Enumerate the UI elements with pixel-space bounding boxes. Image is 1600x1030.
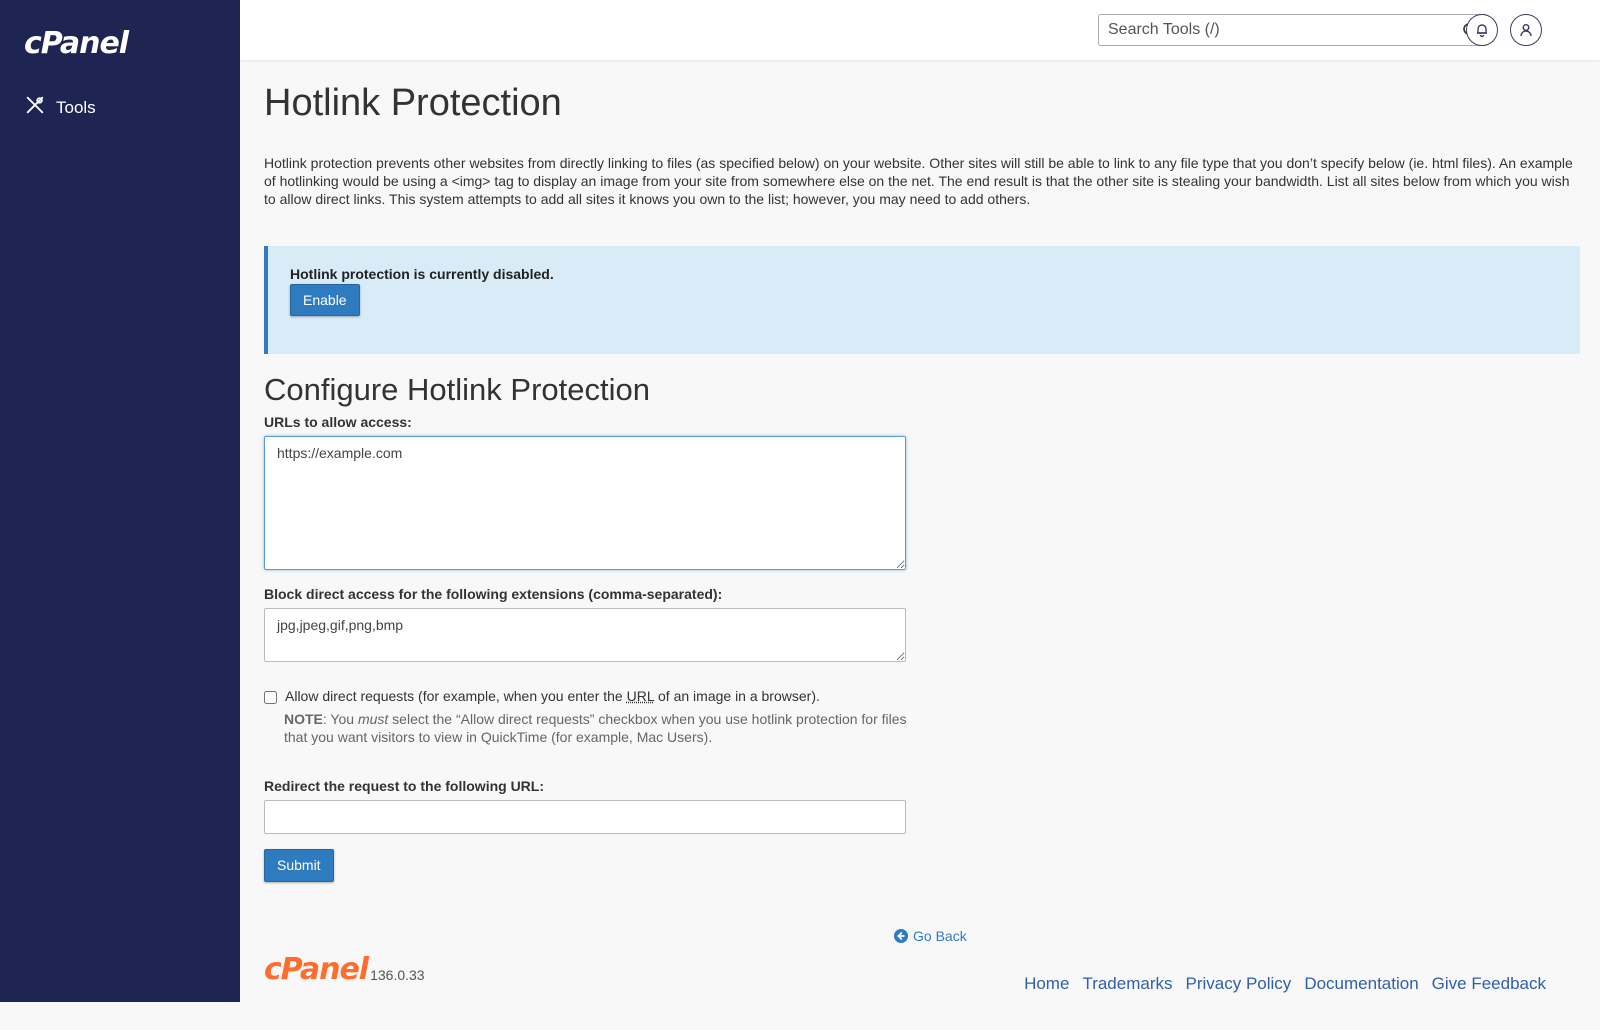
note-emphasis: must <box>357 711 389 727</box>
footer-link-trademarks[interactable]: Trademarks <box>1082 974 1172 994</box>
intro-text: Hotlink protection prevents other websit… <box>264 155 1573 207</box>
footer-link-privacy-policy[interactable]: Privacy Policy <box>1186 974 1292 994</box>
cpanel-logo[interactable]: cPanel <box>24 26 129 61</box>
url-abbr: URL <box>626 688 655 704</box>
sidebar: cPanel Tools <box>0 0 240 1002</box>
submit-button[interactable]: Submit <box>264 849 334 882</box>
extensions-textarea[interactable]: jpg,jpeg,gif,png,bmp <box>264 608 906 662</box>
footer-link-documentation[interactable]: Documentation <box>1304 974 1418 994</box>
status-text: Hotlink protection is currently disabled… <box>290 266 554 282</box>
enable-button[interactable]: Enable <box>290 284 360 316</box>
user-icon <box>1520 24 1532 37</box>
go-back-label: Go Back <box>913 928 967 944</box>
version-text: 136.0.33 <box>370 967 425 983</box>
note-label: NOTE <box>284 711 323 727</box>
redirect-label: Redirect the request to the following UR… <box>264 778 545 794</box>
allow-direct-text-end: of an image in a browser). <box>654 688 820 704</box>
footer-brand: cPanel 136.0.33 <box>264 955 425 985</box>
main-content: Hotlink Protection Hotlink protection pr… <box>264 60 1580 944</box>
search-box <box>1098 14 1488 46</box>
arrow-left-circle-icon <box>894 929 908 943</box>
sidebar-item-tools[interactable]: Tools <box>24 94 96 121</box>
allow-direct-checkbox[interactable] <box>264 691 277 704</box>
notifications-button[interactable] <box>1466 14 1498 46</box>
extensions-label: Block direct access for the following ex… <box>264 586 723 602</box>
bell-icon <box>1477 24 1487 38</box>
footer-cpanel-logo[interactable]: cPanel <box>264 955 369 985</box>
configure-title: Configure Hotlink Protection <box>264 372 650 407</box>
urls-textarea[interactable]: https://example.com <box>264 436 906 570</box>
go-back-link[interactable]: Go Back <box>894 928 967 944</box>
sidebar-item-label: Tools <box>56 97 96 117</box>
note-text: NOTE: You must select the “Allow direct … <box>284 710 909 746</box>
note-pre: : You <box>322 711 358 727</box>
allow-direct-text: Allow direct requests (for example, when… <box>285 688 627 704</box>
status-callout: Hotlink protection is currently disabled… <box>264 246 1580 354</box>
user-menu-button[interactable] <box>1510 14 1542 46</box>
search-input[interactable] <box>1099 15 1439 45</box>
urls-label: URLs to allow access: <box>264 414 412 430</box>
tools-icon <box>24 94 46 121</box>
footer-link-home[interactable]: Home <box>1024 974 1069 994</box>
top-bar <box>240 0 1600 60</box>
allow-direct-row: Allow direct requests (for example, when… <box>264 688 1580 704</box>
footer-link-give-feedback[interactable]: Give Feedback <box>1432 974 1546 994</box>
allow-direct-label[interactable]: Allow direct requests (for example, when… <box>285 688 820 704</box>
page-title: Hotlink Protection <box>264 82 562 124</box>
footer-links: Home Trademarks Privacy Policy Documenta… <box>1024 974 1546 994</box>
redirect-input[interactable] <box>264 800 906 834</box>
